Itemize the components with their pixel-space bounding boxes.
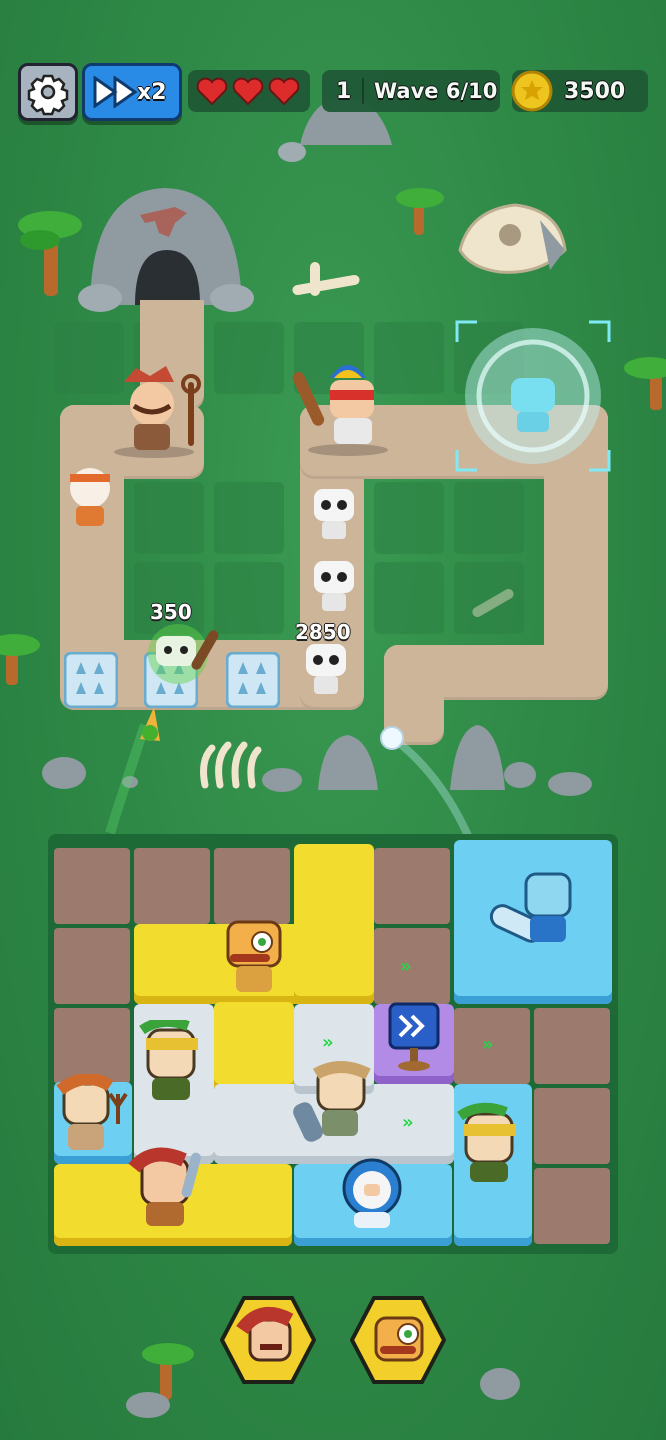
merge-arrow: »: [402, 1112, 414, 1133]
chief-warrior-enemy: [292, 365, 388, 456]
bottom-decor: [126, 1343, 520, 1418]
heart-icon: [196, 77, 228, 106]
palm-tree-mid-left: [0, 634, 40, 685]
palm-tree-far-right: [624, 357, 666, 410]
level-number: 1: [336, 79, 352, 104]
wave-label: Wave 6/10: [374, 79, 498, 103]
palm-tree-right: [396, 188, 444, 235]
coin-star-icon: [511, 70, 553, 112]
palm-tree-left: [18, 211, 82, 296]
yellow-block[interactable]: [294, 844, 374, 1004]
skeleton-enemy: [314, 561, 354, 611]
merge-arrow: »: [400, 956, 412, 977]
poisoned-enemy: [148, 624, 219, 684]
frozen-enemy: [455, 320, 611, 472]
coin-amount: 3500: [564, 79, 626, 104]
caveman-hunter-unit[interactable]: [124, 1146, 210, 1236]
shaman-boss-enemy: [114, 366, 201, 458]
fast-forward-icon: [93, 76, 138, 108]
yellow-block[interactable]: [214, 1002, 294, 1092]
wave-panel: 1 Wave 6/10: [322, 70, 500, 112]
caveman-slinger-unit[interactable]: [136, 1020, 216, 1110]
merge-arrow: »: [482, 1034, 494, 1055]
spike-trap: [226, 652, 280, 708]
damage-number: 350: [150, 600, 192, 624]
lives-panel: [188, 70, 310, 112]
speed-button[interactable]: x2: [82, 63, 182, 121]
skeleton-enemy: [306, 644, 346, 694]
cyclops-mechanic-unit[interactable]: [216, 914, 292, 1000]
heart-icon: [232, 77, 264, 106]
dino-cave: [78, 188, 254, 312]
settings-button[interactable]: [18, 63, 78, 121]
game-stage: 350 2850 x2 1 Wave 6/10 3500 » » » »: [0, 0, 666, 1440]
merge-arrow: »: [322, 1032, 334, 1053]
bazooka-soldier-unit[interactable]: [288, 1060, 388, 1150]
damage-number: 2850: [295, 620, 351, 644]
heart-icon: [268, 77, 300, 106]
ribcage: [200, 741, 262, 789]
heart-icons: [196, 77, 300, 106]
speed-banner-totem[interactable]: [382, 994, 446, 1074]
caveman-slinger-unit[interactable]: [452, 1100, 532, 1190]
coin-panel: 3500: [511, 70, 648, 112]
caveboy-enemy: [70, 468, 110, 526]
divider: [362, 78, 364, 104]
arrow-projectile: [105, 707, 160, 835]
speed-label: x2: [137, 80, 167, 105]
merge-board: » » » »: [48, 834, 618, 1254]
ice-cannon-unit[interactable]: [486, 870, 586, 966]
dino-skull: [458, 203, 567, 274]
gear-icon: [27, 74, 69, 116]
ice-eskimo-unit[interactable]: [334, 1154, 410, 1234]
snowball-projectile: [380, 726, 474, 842]
skeleton-enemy: [314, 489, 354, 539]
